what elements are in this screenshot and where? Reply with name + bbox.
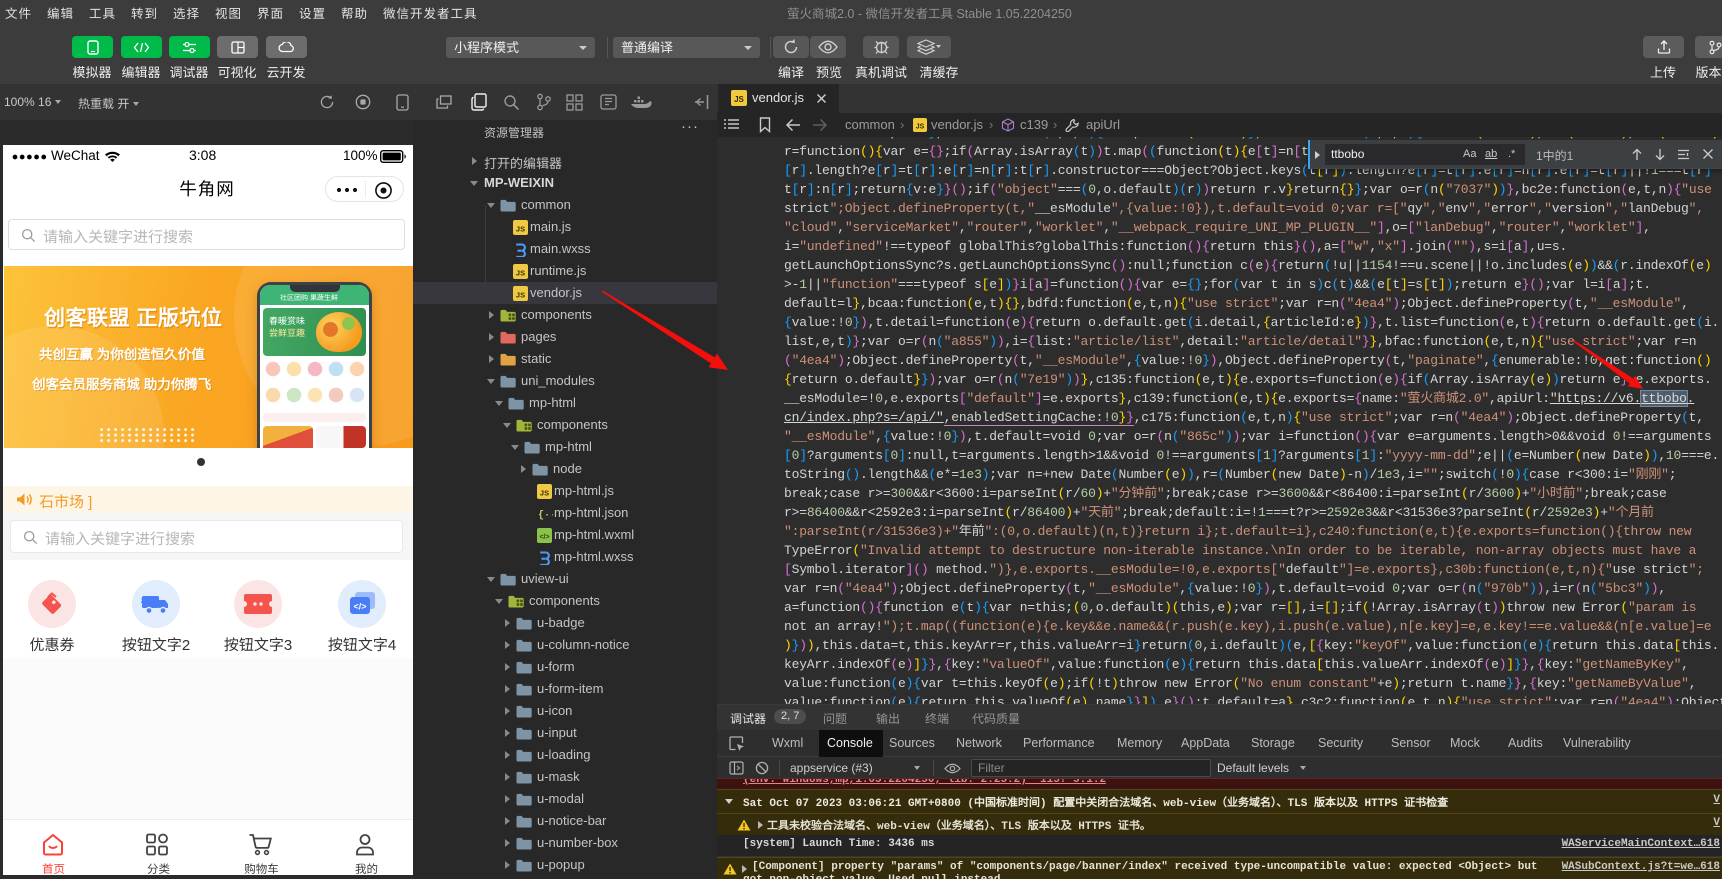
- svg-text:JS: JS: [516, 225, 525, 234]
- svg-text:JS: JS: [516, 291, 525, 300]
- svg-text:JS: JS: [516, 269, 525, 278]
- svg-text:JS: JS: [916, 124, 925, 131]
- svg-text:</>: </>: [539, 534, 549, 541]
- svg-text:JS: JS: [734, 95, 744, 104]
- svg-text:JS: JS: [540, 489, 549, 498]
- svg-text:{··}: {··}: [538, 510, 553, 522]
- svg-text:</>: </>: [353, 602, 366, 612]
